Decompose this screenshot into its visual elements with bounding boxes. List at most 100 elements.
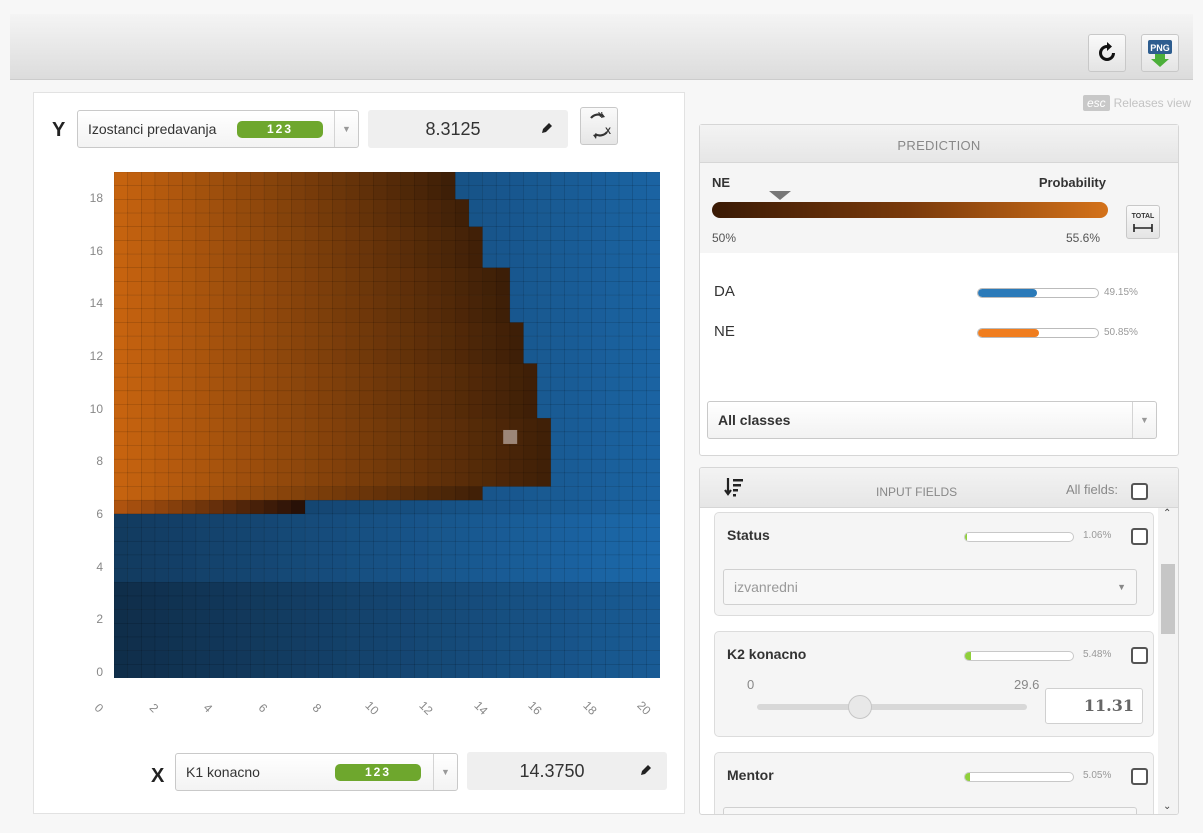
heatmap-cell[interactable] xyxy=(181,281,197,296)
heatmap-cell[interactable] xyxy=(564,499,579,515)
heatmap-cell[interactable] xyxy=(454,404,470,419)
heatmap-cell[interactable] xyxy=(127,267,142,283)
heatmap-cell[interactable] xyxy=(277,253,293,269)
heatmap-cell[interactable] xyxy=(536,322,552,337)
heatmap-cell[interactable] xyxy=(345,445,361,460)
heatmap-cell[interactable] xyxy=(332,540,347,556)
heatmap-cell[interactable] xyxy=(140,226,156,241)
heatmap-cell[interactable] xyxy=(127,308,142,324)
heatmap-cell[interactable] xyxy=(373,281,388,296)
heatmap-cell[interactable] xyxy=(386,363,402,378)
heatmap-cell[interactable] xyxy=(577,226,593,241)
heatmap-cell[interactable] xyxy=(536,363,552,378)
heatmap-cell[interactable] xyxy=(632,568,647,583)
heatmap-cell[interactable] xyxy=(318,513,333,529)
heatmap-cell[interactable] xyxy=(114,636,129,652)
heatmap-cell[interactable] xyxy=(523,404,538,419)
heatmap-cell[interactable] xyxy=(236,540,252,556)
heatmap-cell[interactable] xyxy=(591,240,606,255)
heatmap-cell[interactable] xyxy=(168,363,183,378)
heatmap-cell[interactable] xyxy=(618,622,634,638)
heatmap-cell[interactable] xyxy=(250,636,265,652)
heatmap-cell[interactable] xyxy=(114,650,129,665)
heatmap-cell[interactable] xyxy=(468,595,484,611)
heatmap-cell[interactable] xyxy=(646,499,660,515)
heatmap-cell[interactable] xyxy=(605,650,620,665)
heatmap-cell[interactable] xyxy=(413,472,429,488)
heatmap-cell[interactable] xyxy=(195,226,211,241)
heatmap-cell[interactable] xyxy=(564,240,579,255)
heatmap-cell[interactable] xyxy=(236,650,252,665)
heatmap-cell[interactable] xyxy=(181,636,197,652)
heatmap-cell[interactable] xyxy=(277,240,293,255)
heatmap-cell[interactable] xyxy=(222,622,238,638)
heatmap-cell[interactable] xyxy=(209,322,224,337)
heatmap-cell[interactable] xyxy=(618,253,634,269)
heatmap-cell[interactable] xyxy=(646,527,660,542)
heatmap-cell[interactable] xyxy=(413,636,429,652)
heatmap-cell[interactable] xyxy=(577,376,593,392)
heatmap-cell[interactable] xyxy=(263,404,279,419)
heatmap-cell[interactable] xyxy=(209,445,224,460)
heatmap-cell[interactable] xyxy=(181,472,197,488)
heatmap-cell[interactable] xyxy=(318,253,333,269)
heatmap-cell[interactable] xyxy=(304,322,320,337)
heatmap-cell[interactable] xyxy=(523,349,538,365)
heatmap-cell[interactable] xyxy=(359,664,374,678)
heatmap-cell[interactable] xyxy=(482,554,497,570)
heatmap-cell[interactable] xyxy=(413,458,429,474)
heatmap-cell[interactable] xyxy=(454,417,470,433)
heatmap-cell[interactable] xyxy=(318,308,333,324)
heatmap-cell[interactable] xyxy=(114,349,129,365)
heatmap-cell[interactable] xyxy=(482,199,497,214)
heatmap-cell[interactable] xyxy=(291,472,306,488)
heatmap-cell[interactable] xyxy=(181,431,197,447)
heatmap-cell[interactable] xyxy=(577,199,593,214)
heatmap-cell[interactable] xyxy=(140,335,156,351)
heatmap-cell[interactable] xyxy=(454,513,470,529)
heatmap-cell[interactable] xyxy=(591,172,606,187)
heatmap-cell[interactable] xyxy=(209,335,224,351)
heatmap-cell[interactable] xyxy=(291,431,306,447)
heatmap-cell[interactable] xyxy=(482,294,497,310)
heatmap-cell[interactable] xyxy=(468,472,484,488)
heatmap-cell[interactable] xyxy=(441,335,456,351)
heatmap-cell[interactable] xyxy=(523,253,538,269)
heatmap-cell[interactable] xyxy=(114,527,129,542)
heatmap-cell[interactable] xyxy=(427,363,443,378)
heatmap-cell[interactable] xyxy=(154,554,170,570)
heatmap-cell[interactable] xyxy=(454,363,470,378)
heatmap-cell[interactable] xyxy=(181,294,197,310)
heatmap-cell[interactable] xyxy=(277,335,293,351)
heatmap-cell[interactable] xyxy=(222,390,238,406)
heatmap-cell[interactable] xyxy=(482,486,497,501)
heatmap-cell[interactable] xyxy=(454,472,470,488)
heatmap-cell[interactable] xyxy=(386,581,402,597)
heatmap-cell[interactable] xyxy=(536,267,552,283)
heatmap-cell[interactable] xyxy=(495,253,511,269)
x-field-select[interactable]: K1 konacno 123 ▼ xyxy=(175,753,458,791)
heatmap-cell[interactable] xyxy=(618,581,634,597)
heatmap-cell[interactable] xyxy=(523,281,538,296)
heatmap-cell[interactable] xyxy=(577,417,593,433)
heatmap-cell[interactable] xyxy=(127,226,142,241)
heatmap-cell[interactable] xyxy=(140,267,156,283)
heatmap-cell[interactable] xyxy=(386,554,402,570)
heatmap-cell[interactable] xyxy=(373,226,388,241)
heatmap-cell[interactable] xyxy=(632,267,647,283)
heatmap-cell[interactable] xyxy=(304,595,320,611)
heatmap-cell[interactable] xyxy=(373,486,388,501)
heatmap-cell[interactable] xyxy=(127,664,142,678)
heatmap-cell[interactable] xyxy=(304,417,320,433)
heatmap-cell[interactable] xyxy=(646,185,660,200)
heatmap-cell[interactable] xyxy=(332,622,347,638)
heatmap-cell[interactable] xyxy=(509,472,525,488)
heatmap-cell[interactable] xyxy=(536,499,552,515)
heatmap-cell[interactable] xyxy=(263,294,279,310)
heatmap-cell[interactable] xyxy=(564,390,579,406)
heatmap-cell[interactable] xyxy=(646,431,660,447)
heatmap-cell[interactable] xyxy=(441,445,456,460)
heatmap-cell[interactable] xyxy=(523,226,538,241)
heatmap-cell[interactable] xyxy=(523,595,538,611)
heatmap-cell[interactable] xyxy=(577,445,593,460)
